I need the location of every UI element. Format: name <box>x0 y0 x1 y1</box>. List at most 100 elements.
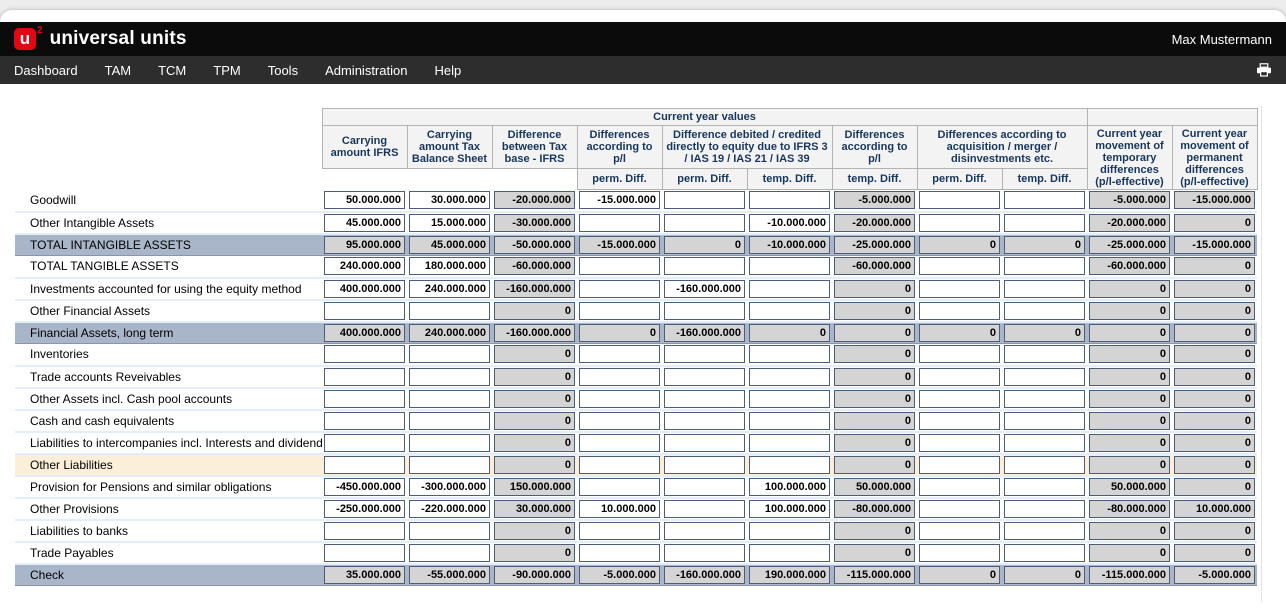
amount-input[interactable] <box>919 280 1000 298</box>
amount-input[interactable] <box>1004 345 1085 363</box>
amount-input[interactable] <box>409 456 490 474</box>
amount-input[interactable] <box>664 478 745 496</box>
amount-input[interactable] <box>324 434 405 452</box>
amount-input[interactable] <box>324 412 405 430</box>
amount-input[interactable] <box>579 345 660 363</box>
amount-input[interactable] <box>749 522 830 540</box>
amount-input[interactable] <box>919 302 1000 320</box>
amount-input[interactable] <box>579 390 660 408</box>
amount-input[interactable] <box>324 390 405 408</box>
amount-input[interactable] <box>664 214 745 232</box>
amount-input[interactable] <box>409 544 490 562</box>
amount-input[interactable] <box>409 191 490 209</box>
amount-input[interactable] <box>919 214 1000 232</box>
amount-input[interactable] <box>409 214 490 232</box>
amount-input[interactable] <box>1004 500 1085 518</box>
amount-input[interactable] <box>324 456 405 474</box>
nav-item-tcm[interactable]: TCM <box>158 63 186 78</box>
amount-input[interactable] <box>749 280 830 298</box>
amount-input[interactable] <box>324 368 405 386</box>
amount-input[interactable] <box>409 302 490 320</box>
amount-input[interactable] <box>324 302 405 320</box>
amount-input[interactable] <box>1004 478 1085 496</box>
amount-input[interactable] <box>579 456 660 474</box>
amount-input[interactable] <box>579 214 660 232</box>
amount-input[interactable] <box>664 500 745 518</box>
amount-input[interactable] <box>749 500 830 518</box>
amount-input[interactable] <box>664 390 745 408</box>
amount-input[interactable] <box>749 302 830 320</box>
nav-item-administration[interactable]: Administration <box>325 63 407 78</box>
amount-input[interactable] <box>749 368 830 386</box>
amount-input[interactable] <box>919 368 1000 386</box>
amount-input[interactable] <box>749 434 830 452</box>
amount-input[interactable] <box>579 412 660 430</box>
amount-input[interactable] <box>409 390 490 408</box>
nav-item-tools[interactable]: Tools <box>268 63 298 78</box>
amount-input[interactable] <box>1004 390 1085 408</box>
amount-input[interactable] <box>409 368 490 386</box>
amount-input[interactable] <box>579 544 660 562</box>
amount-input[interactable] <box>919 478 1000 496</box>
amount-input[interactable] <box>919 191 1000 209</box>
amount-input[interactable] <box>579 434 660 452</box>
amount-input[interactable] <box>919 390 1000 408</box>
nav-item-dashboard[interactable]: Dashboard <box>14 63 78 78</box>
amount-input[interactable] <box>1004 191 1085 209</box>
amount-input[interactable] <box>579 522 660 540</box>
amount-input[interactable] <box>664 434 745 452</box>
amount-input[interactable] <box>1004 302 1085 320</box>
amount-input[interactable] <box>919 456 1000 474</box>
amount-input[interactable] <box>749 544 830 562</box>
print-button[interactable] <box>1256 63 1272 77</box>
amount-input[interactable] <box>664 191 745 209</box>
amount-input[interactable] <box>1004 544 1085 562</box>
amount-input[interactable] <box>664 368 745 386</box>
amount-input[interactable] <box>664 522 745 540</box>
amount-input[interactable] <box>409 412 490 430</box>
amount-input[interactable] <box>919 500 1000 518</box>
amount-input[interactable] <box>919 257 1000 275</box>
amount-input[interactable] <box>324 478 405 496</box>
amount-input[interactable] <box>579 368 660 386</box>
amount-input[interactable] <box>409 500 490 518</box>
amount-input[interactable] <box>579 500 660 518</box>
amount-input[interactable] <box>749 412 830 430</box>
amount-input[interactable] <box>919 345 1000 363</box>
amount-input[interactable] <box>409 257 490 275</box>
amount-input[interactable] <box>1004 214 1085 232</box>
amount-input[interactable] <box>749 456 830 474</box>
amount-input[interactable] <box>409 434 490 452</box>
amount-input[interactable] <box>1004 522 1085 540</box>
amount-input[interactable] <box>579 478 660 496</box>
amount-input[interactable] <box>579 191 660 209</box>
nav-item-help[interactable]: Help <box>434 63 461 78</box>
amount-input[interactable] <box>579 302 660 320</box>
amount-input[interactable] <box>664 412 745 430</box>
amount-input[interactable] <box>409 280 490 298</box>
amount-input[interactable] <box>579 257 660 275</box>
amount-input[interactable] <box>324 280 405 298</box>
amount-input[interactable] <box>324 214 405 232</box>
amount-input[interactable] <box>324 544 405 562</box>
amount-input[interactable] <box>919 434 1000 452</box>
amount-input[interactable] <box>1004 368 1085 386</box>
amount-input[interactable] <box>749 191 830 209</box>
amount-input[interactable] <box>1004 456 1085 474</box>
nav-item-tam[interactable]: TAM <box>105 63 131 78</box>
amount-input[interactable] <box>749 390 830 408</box>
amount-input[interactable] <box>919 412 1000 430</box>
amount-input[interactable] <box>749 345 830 363</box>
amount-input[interactable] <box>749 257 830 275</box>
amount-input[interactable] <box>749 214 830 232</box>
amount-input[interactable] <box>664 302 745 320</box>
amount-input[interactable] <box>919 522 1000 540</box>
amount-input[interactable] <box>579 280 660 298</box>
amount-input[interactable] <box>1004 412 1085 430</box>
amount-input[interactable] <box>409 522 490 540</box>
amount-input[interactable] <box>409 478 490 496</box>
amount-input[interactable] <box>664 257 745 275</box>
amount-input[interactable] <box>324 257 405 275</box>
amount-input[interactable] <box>1004 257 1085 275</box>
amount-input[interactable] <box>324 191 405 209</box>
